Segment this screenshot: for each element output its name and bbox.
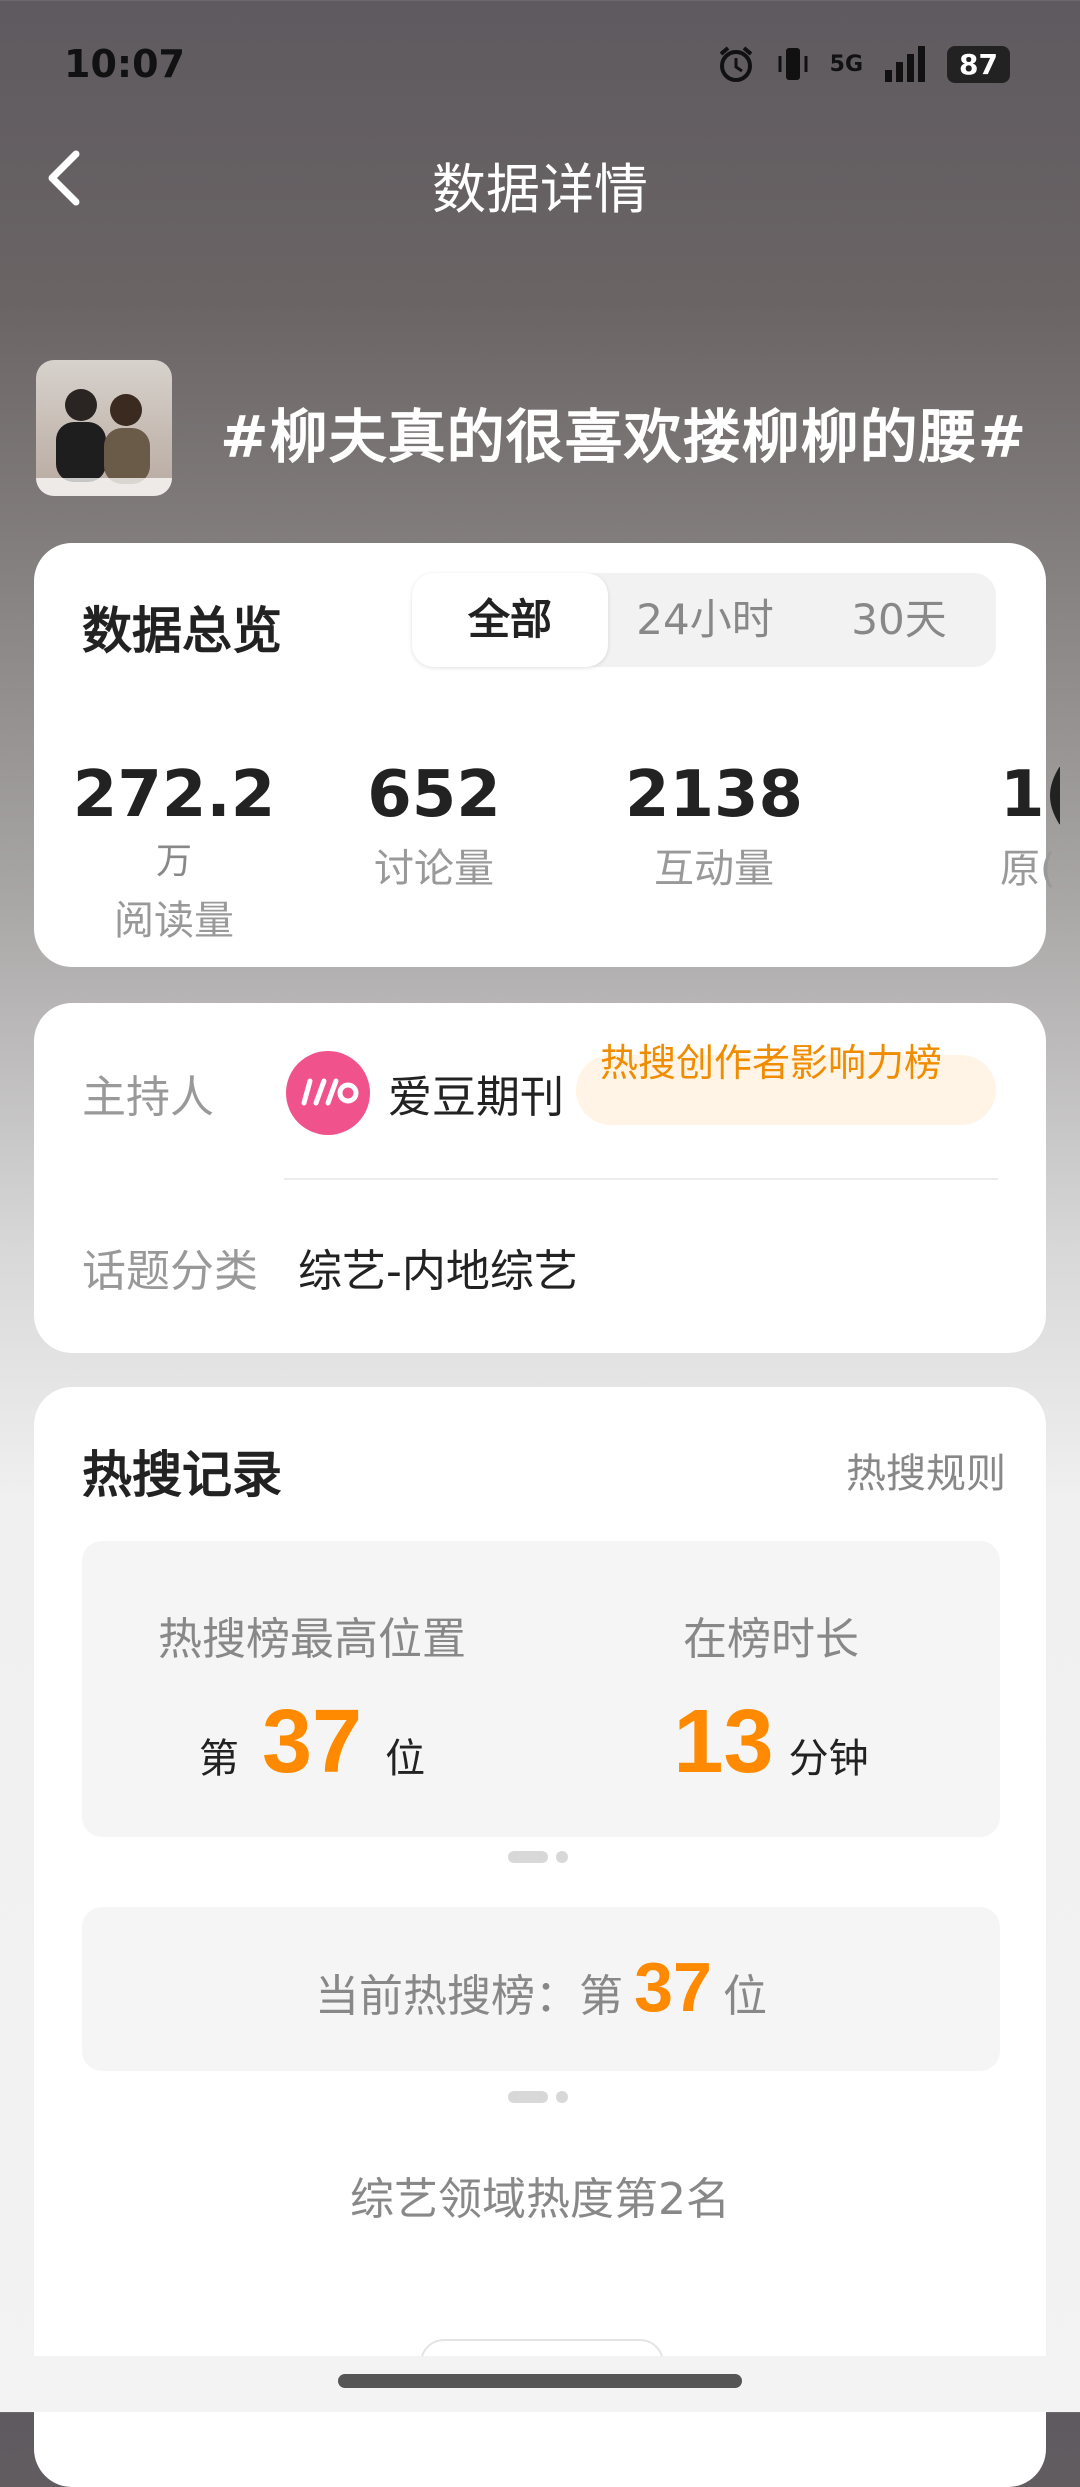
host-name[interactable]: 爱豆期刊 xyxy=(388,1061,564,1125)
battery-indicator: 87 xyxy=(947,45,1010,83)
highest-prefix: 第 xyxy=(198,1736,239,1782)
current-rank: 当前热搜榜：第 37 位 xyxy=(82,1947,1000,2027)
tab-30d[interactable]: 30天 xyxy=(802,573,996,667)
hot-search-title: 热搜记录 xyxy=(82,1446,282,1504)
current-rank-prefix: 当前热搜榜：第 xyxy=(314,1971,623,2022)
stat-reads-label: 阅读量 xyxy=(114,898,234,944)
stat-reads: 272.2 万 阅读量 xyxy=(64,758,284,946)
topic-title: #柳夫真的很喜欢搂柳柳的腰# xyxy=(220,403,1028,471)
hot-search-rules-link[interactable]: 热搜规则 xyxy=(846,1441,1006,1499)
stat-discussions: 652 讨论量 xyxy=(334,758,534,894)
alarm-icon xyxy=(719,46,752,82)
highest-suffix: 位 xyxy=(385,1736,426,1782)
highest-position-value: 37 xyxy=(261,1692,363,1792)
current-rank-suffix: 位 xyxy=(723,1971,768,2022)
vibrate-icon xyxy=(778,48,808,80)
category-value: 综艺-内地综艺 xyxy=(298,1246,578,1297)
stat-interactions-label: 互动量 xyxy=(654,846,774,892)
stat-reads-unit: 万 xyxy=(155,841,192,882)
divider xyxy=(284,1178,998,1180)
duration-label: 在榜时长 xyxy=(683,1614,859,1665)
stat-interactions: 2138 互动量 xyxy=(614,758,814,894)
stat-discussions-label: 讨论量 xyxy=(374,846,494,892)
status-time: 10:07 xyxy=(64,42,185,86)
stat-original-label: 原( xyxy=(1000,846,1056,892)
overview-title: 数据总览 xyxy=(82,602,282,660)
tab-24h[interactable]: 24小时 xyxy=(608,573,802,667)
hot-search-stats-panel: 热搜榜最高位置 第 37 位 在榜时长 13 分钟 xyxy=(82,1541,1000,1837)
current-rank-value: 37 xyxy=(634,1948,712,2026)
home-indicator[interactable] xyxy=(338,2374,742,2388)
category-label: 话题分类 xyxy=(82,1246,258,1297)
duration-unit: 分钟 xyxy=(788,1736,869,1782)
time-range-segment: 全部 24小时 30天 xyxy=(412,573,996,667)
pager-dots xyxy=(508,1851,568,1863)
host-logo-icon[interactable] xyxy=(286,1051,370,1135)
network-label: 5G xyxy=(829,51,864,77)
stat-reads-value: 272.2 xyxy=(72,758,276,832)
tab-all[interactable]: 全部 xyxy=(412,573,608,667)
overview-card: 数据总览 全部 24小时 30天 272.2 万 阅读量 652 讨论量 2138… xyxy=(34,543,1060,967)
stat-interactions-value: 2138 xyxy=(624,758,804,832)
duration-value: 13 xyxy=(673,1692,774,1792)
info-card: 主持人 爱豆期刊 热搜创作者影响力榜 话题分类 综艺-内地综艺 xyxy=(34,1003,1046,1353)
duration: 13 分钟 xyxy=(542,1691,1000,1794)
highest-position-label: 热搜榜最高位置 xyxy=(158,1614,466,1665)
page-title: 数据详情 xyxy=(432,158,648,221)
host-badge-label: 热搜创作者影响力榜 xyxy=(600,1041,943,1085)
topic-avatar xyxy=(36,360,172,496)
host-label: 主持人 xyxy=(82,1072,214,1123)
current-rank-panel[interactable]: 当前热搜榜：第 37 位 xyxy=(82,1907,1000,2071)
domain-rank: 综艺领域热度第2名 xyxy=(350,2174,730,2225)
stat-original-value: 1( xyxy=(1000,758,1060,832)
signal-icon xyxy=(885,46,926,82)
stat-discussions-value: 652 xyxy=(367,758,501,832)
pager-dots-2 xyxy=(508,2091,568,2103)
status-icons: 5G 87 xyxy=(716,44,1010,84)
stat-original: 1( 原( xyxy=(1000,758,1060,894)
highest-position: 第 37 位 xyxy=(82,1691,542,1794)
hot-search-card: 热搜记录 热搜规则 热搜榜最高位置 第 37 位 在榜时长 13 分钟 当前热搜… xyxy=(34,1387,1046,2487)
